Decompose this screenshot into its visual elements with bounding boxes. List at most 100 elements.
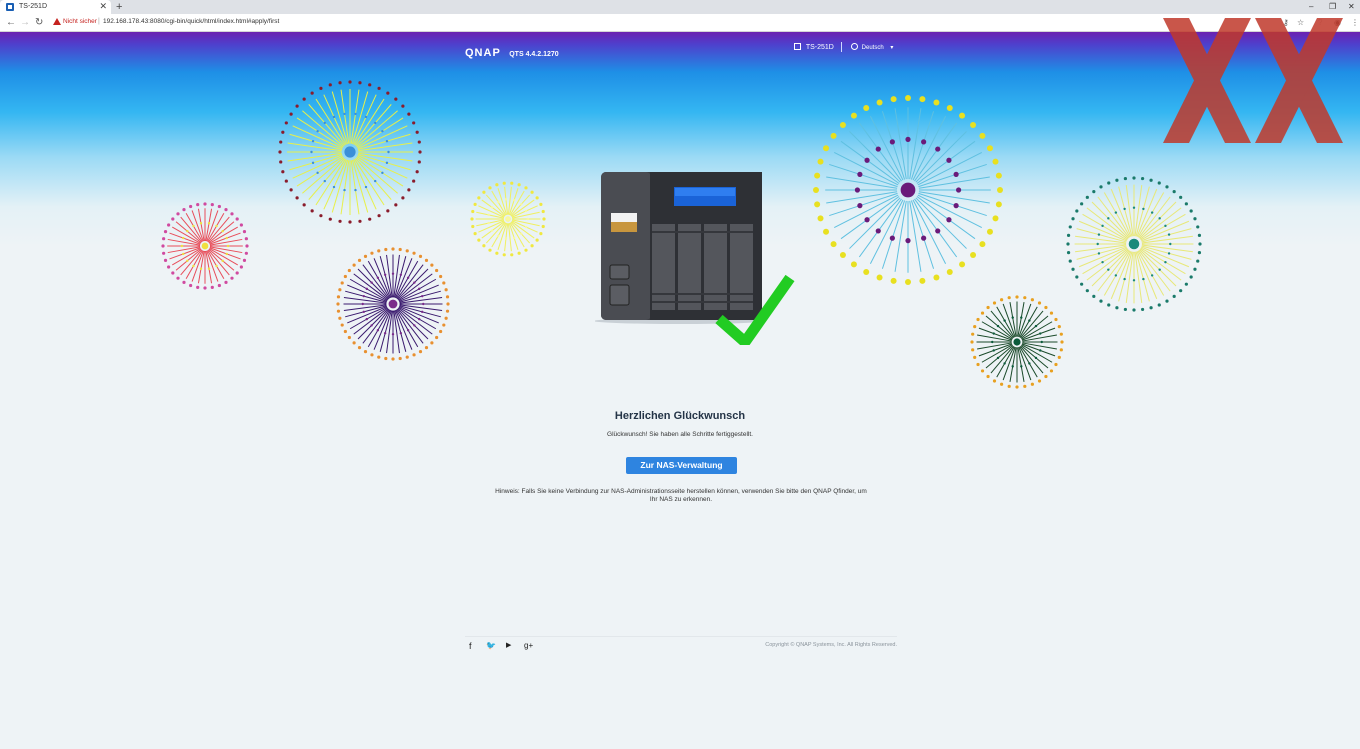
firework-dot bbox=[1080, 202, 1084, 206]
firework-dot bbox=[535, 238, 539, 242]
firework-ray bbox=[1086, 207, 1129, 240]
firework-dot bbox=[439, 329, 443, 334]
firework-dot bbox=[980, 369, 985, 373]
firework-dot bbox=[1059, 348, 1063, 352]
firework-dot bbox=[199, 222, 203, 225]
firework-dot bbox=[391, 333, 395, 336]
firework-dot bbox=[424, 346, 429, 350]
forward-icon[interactable]: → bbox=[20, 15, 30, 30]
firework-dot bbox=[186, 229, 189, 233]
firework-dot bbox=[439, 274, 443, 279]
globe-icon bbox=[851, 43, 858, 50]
address-bar[interactable]: 192.168.178.43:8080/cgi-bin/quick/html/i… bbox=[103, 17, 279, 27]
tab-close-icon[interactable]: ✕ bbox=[99, 1, 107, 12]
firework-dot bbox=[186, 259, 189, 263]
firework-dot bbox=[959, 261, 966, 268]
window-close-icon[interactable]: ✕ bbox=[1348, 1, 1355, 12]
firework-dot bbox=[889, 235, 895, 241]
firework-dot bbox=[381, 171, 384, 175]
firework-dot bbox=[310, 91, 314, 95]
firework-dot bbox=[203, 202, 207, 206]
firework-dot bbox=[1060, 340, 1064, 344]
language-selector[interactable]: Deutsch ▾ bbox=[851, 43, 893, 53]
firework-dot bbox=[814, 201, 821, 208]
firework-dot bbox=[823, 228, 830, 235]
firework-dot bbox=[357, 258, 362, 262]
firework-dot bbox=[224, 208, 228, 212]
firework-dot bbox=[316, 171, 319, 175]
firework-dot bbox=[242, 258, 247, 262]
back-icon[interactable]: ← bbox=[6, 15, 16, 30]
firework-dot bbox=[348, 80, 352, 84]
firework-core bbox=[1013, 338, 1021, 346]
firework-dot bbox=[919, 277, 926, 284]
firework-dot bbox=[363, 350, 368, 354]
firework-dot bbox=[1189, 275, 1193, 279]
reload-icon[interactable]: ↻ bbox=[35, 15, 43, 30]
go-to-nas-management-button[interactable]: Zur NAS-Verwaltung bbox=[626, 457, 737, 474]
firework-dot bbox=[332, 115, 336, 119]
twitter-icon[interactable]: 🐦 bbox=[486, 640, 496, 652]
firework-core bbox=[505, 216, 511, 222]
firework-dot bbox=[295, 196, 299, 200]
firework-dot bbox=[1071, 217, 1075, 221]
firework-dot bbox=[530, 190, 534, 194]
firework-dot bbox=[163, 230, 168, 234]
firework-dot bbox=[1054, 317, 1058, 322]
firework-dot bbox=[347, 335, 351, 340]
firework-dot bbox=[417, 160, 421, 164]
youtube-icon[interactable]: ▶ bbox=[506, 640, 511, 652]
firework-dot bbox=[302, 203, 306, 207]
firework-ray bbox=[1139, 248, 1182, 281]
google-plus-icon[interactable]: g+ bbox=[524, 640, 533, 652]
firework-dot bbox=[1003, 362, 1006, 365]
firework-dot bbox=[1015, 295, 1019, 299]
firework-dot bbox=[377, 214, 381, 218]
menu-icon[interactable]: ⋮ bbox=[1351, 16, 1359, 29]
firework-dot bbox=[374, 121, 377, 125]
device-selector[interactable]: TS-251D bbox=[794, 43, 834, 52]
firework-dot bbox=[399, 332, 403, 335]
firework-dot bbox=[332, 185, 336, 189]
firework-core bbox=[201, 242, 209, 250]
minimize-icon[interactable]: – bbox=[1309, 1, 1313, 12]
firework-dot bbox=[215, 264, 218, 268]
firework-dot bbox=[1158, 268, 1161, 271]
tab-title: TS-251D bbox=[19, 3, 48, 10]
firework-dot bbox=[979, 132, 986, 139]
firework-dot bbox=[362, 310, 365, 314]
firework-dot bbox=[1107, 181, 1111, 185]
firework-dot bbox=[391, 357, 395, 361]
firework-dot bbox=[971, 348, 975, 352]
firework-ray bbox=[357, 308, 389, 340]
firework-dot bbox=[905, 279, 911, 285]
firework-dot bbox=[526, 217, 529, 221]
language-label: Deutsch bbox=[861, 45, 884, 51]
browser-tab[interactable]: TS-251D ✕ bbox=[0, 0, 111, 14]
copyright-text: Copyright © QNAP Systems, Inc. All Right… bbox=[765, 642, 897, 648]
firework-dot bbox=[980, 311, 985, 315]
firework-dot bbox=[502, 253, 506, 257]
device-name: TS-251D bbox=[805, 44, 834, 51]
new-tab-button[interactable]: + bbox=[116, 0, 122, 14]
firework-dot bbox=[973, 325, 977, 329]
firework-dot bbox=[1142, 277, 1145, 281]
security-label[interactable]: Nicht sicher bbox=[63, 17, 97, 27]
firework-ray bbox=[356, 110, 398, 147]
firework-dot bbox=[496, 200, 500, 204]
firework-dot bbox=[1197, 251, 1202, 255]
firework-dot bbox=[864, 217, 870, 223]
restore-icon[interactable]: ❐ bbox=[1329, 1, 1336, 12]
firework-dot bbox=[1039, 332, 1042, 335]
firework-dot bbox=[328, 217, 332, 221]
firework-dot bbox=[363, 254, 368, 258]
firework-ray bbox=[1086, 248, 1129, 281]
firework-ray bbox=[849, 197, 901, 249]
firework-dot bbox=[970, 340, 974, 344]
firework-dot bbox=[986, 145, 993, 152]
firework-dot bbox=[992, 332, 995, 335]
firework-dot bbox=[176, 212, 180, 216]
firework-dot bbox=[473, 232, 477, 236]
firework-ray bbox=[1091, 201, 1129, 239]
facebook-icon[interactable]: f bbox=[469, 640, 472, 652]
